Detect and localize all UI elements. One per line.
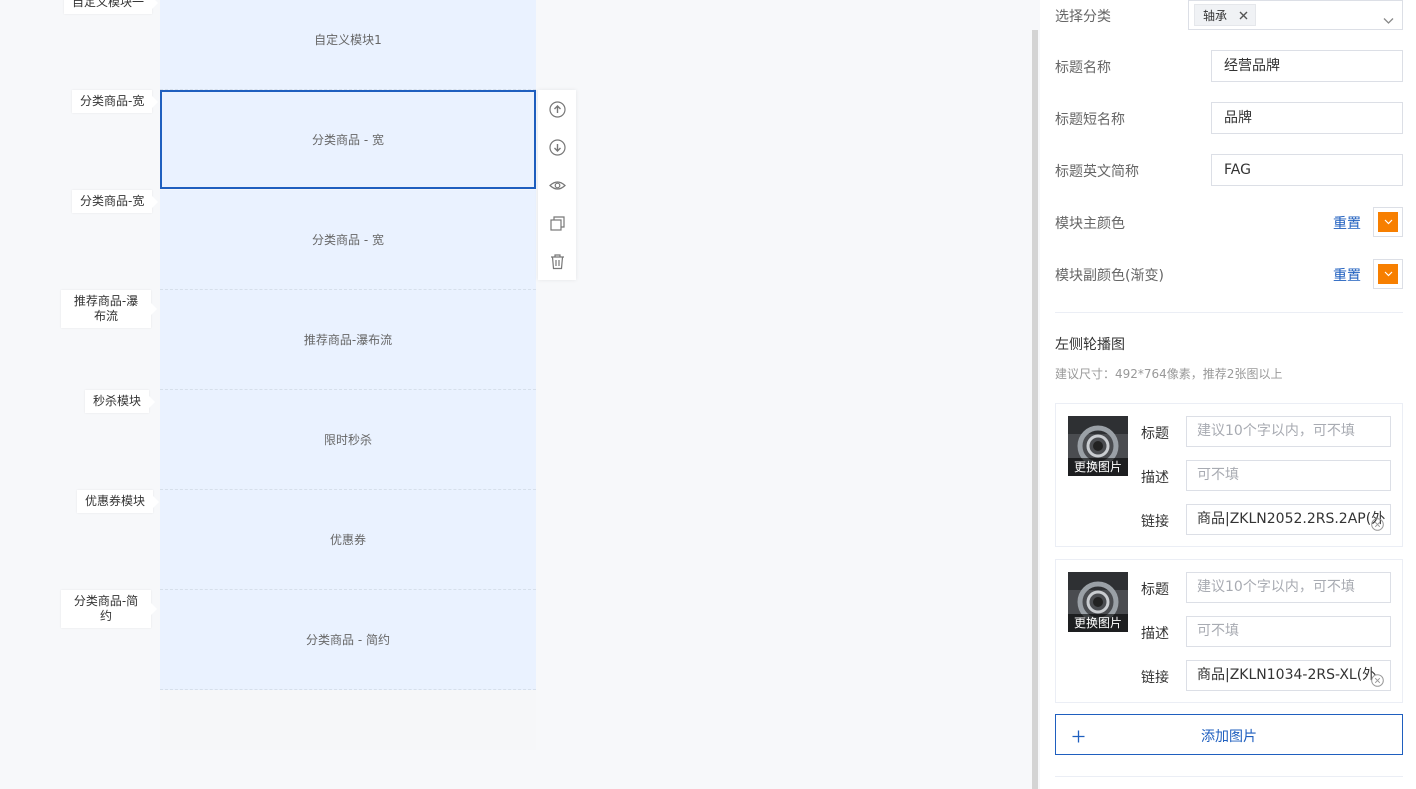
canvas-area: 自定义模块一 分类商品-宽 分类商品-宽 推荐商品-瀑布流 秒杀模块 优惠券模块… (0, 0, 1032, 789)
clear-circle-icon[interactable] (1371, 513, 1384, 531)
field-title-label: 标题 (1141, 582, 1169, 598)
carousel-item-card: 更换图片 标题 建议10个字以内，可不填 描述 可不填 链接 商品|ZKLN10… (1055, 559, 1403, 703)
sub-color-label: 模块副颜色(渐变) (1055, 268, 1164, 284)
tag-close-icon[interactable] (1237, 5, 1251, 27)
field-link-label: 链接 (1141, 514, 1169, 530)
title-short-label: 标题短名称 (1055, 112, 1125, 128)
carousel-item-card: 更换图片 标题 建议10个字以内，可不填 描述 可不填 链接 商品|ZKLN20… (1055, 403, 1403, 547)
side-tag-seckill[interactable]: 秒杀模块 (85, 390, 156, 413)
main-color-label: 模块主颜色 (1055, 216, 1125, 232)
category-tag: 轴承 (1194, 4, 1256, 26)
title-en-label: 标题英文简称 (1055, 164, 1139, 180)
side-tag-recommend-waterfall[interactable]: 推荐商品-瀑布流 (61, 290, 157, 328)
chevron-down-icon (1383, 10, 1394, 29)
clear-circle-icon[interactable] (1371, 669, 1384, 687)
carousel-image-thumbnail[interactable]: 更换图片 (1068, 416, 1128, 476)
chevron-down-icon (1378, 212, 1398, 232)
module-block-coupon[interactable]: 优惠券 (160, 490, 536, 590)
move-down-icon[interactable] (547, 137, 567, 157)
side-tag-category-simple[interactable]: 分类商品-简约 (61, 590, 157, 628)
module-block-category-simple[interactable]: 分类商品 - 简约 (160, 590, 536, 690)
title-name-input[interactable]: 经营品牌 (1211, 50, 1403, 82)
carousel-section-title: 左侧轮播图 (1055, 337, 1125, 353)
divider (1055, 312, 1403, 313)
trash-icon[interactable] (547, 251, 567, 271)
eye-icon[interactable] (547, 175, 567, 195)
carousel-desc-input[interactable]: 可不填 (1186, 460, 1391, 491)
main-color-reset-button[interactable]: 重置 (1333, 213, 1361, 233)
add-image-label: 添加图片 (1201, 729, 1257, 745)
category-select[interactable]: 轴承 (1188, 0, 1403, 30)
carousel-desc-input[interactable]: 可不填 (1186, 616, 1391, 647)
carousel-title-input[interactable]: 建议10个字以内，可不填 (1186, 416, 1391, 447)
move-up-icon[interactable] (547, 99, 567, 119)
vertical-scrollbar[interactable] (1032, 30, 1038, 789)
carousel-size-hint: 建议尺寸：492*764像素，推荐2张图以上 (1055, 367, 1283, 381)
side-tag-category-wide-1[interactable]: 分类商品-宽 (72, 90, 159, 113)
field-desc-label: 描述 (1141, 470, 1169, 486)
module-block-custom[interactable]: 自定义模块1 (160, 0, 536, 90)
carousel-title-input[interactable]: 建议10个字以内，可不填 (1186, 572, 1391, 603)
main-color-picker[interactable] (1373, 207, 1403, 237)
side-tag-coupon[interactable]: 优惠券模块 (77, 490, 160, 513)
settings-panel: 选择分类 轴承 标题名称 经营品牌 标题短名称 品牌 标题英文简称 FAG 模块… (1040, 0, 1416, 789)
change-image-button[interactable]: 更换图片 (1068, 458, 1128, 476)
sub-color-reset-button[interactable]: 重置 (1333, 265, 1361, 285)
phone-preview: 自定义模块1 分类商品 - 宽 分类商品 - 宽 推荐商品-瀑布流 限时秒杀 优… (160, 0, 536, 750)
field-desc-label: 描述 (1141, 626, 1169, 642)
title-short-input[interactable]: 品牌 (1211, 102, 1403, 134)
title-en-input[interactable]: FAG (1211, 154, 1403, 186)
carousel-image-thumbnail[interactable]: 更换图片 (1068, 572, 1128, 632)
module-toolbar (538, 90, 576, 280)
field-title-label: 标题 (1141, 426, 1169, 442)
module-block-recommend-waterfall[interactable]: 推荐商品-瀑布流 (160, 290, 536, 390)
module-block-category-wide[interactable]: 分类商品 - 宽 (160, 190, 536, 290)
title-name-label: 标题名称 (1055, 60, 1111, 76)
carousel-link-input[interactable]: 商品|ZKLN1034-2RS-XL(外 (1186, 660, 1391, 691)
chevron-down-icon (1378, 264, 1398, 284)
sub-color-picker[interactable] (1373, 259, 1403, 289)
field-link-label: 链接 (1141, 670, 1169, 686)
category-label: 选择分类 (1055, 9, 1111, 25)
side-tag-category-wide-2[interactable]: 分类商品-宽 (72, 190, 159, 213)
carousel-link-input[interactable]: 商品|ZKLN2052.2RS.2AP(外 (1186, 504, 1391, 535)
module-block-seckill[interactable]: 限时秒杀 (160, 390, 536, 490)
side-tag-custom-module[interactable]: 自定义模块一 (64, 0, 159, 14)
change-image-button[interactable]: 更换图片 (1068, 614, 1128, 632)
divider (1055, 776, 1403, 777)
add-image-button[interactable]: 添加图片 (1055, 714, 1403, 755)
module-block-category-wide-selected[interactable]: 分类商品 - 宽 (160, 90, 536, 189)
copy-icon[interactable] (547, 213, 567, 233)
